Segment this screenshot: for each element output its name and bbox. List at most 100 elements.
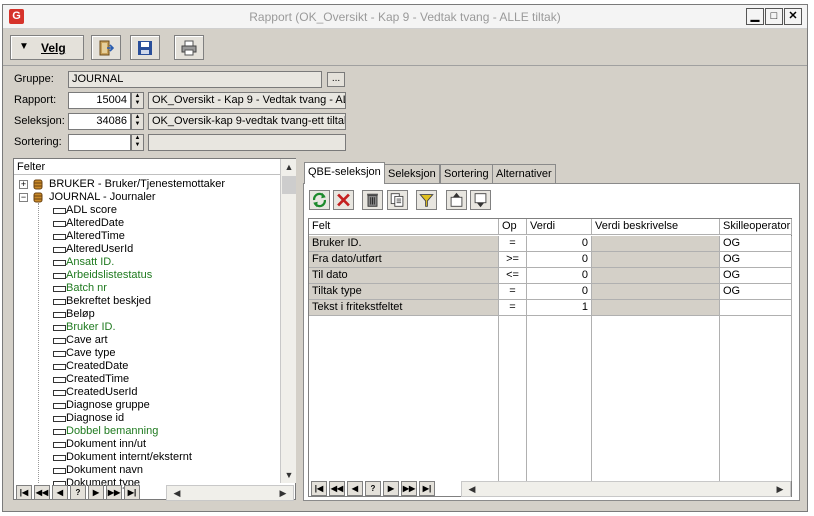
qbe-nav-next-button[interactable]: ▶ <box>383 481 399 496</box>
close-button[interactable]: ✕ <box>784 8 802 25</box>
tree-field-item[interactable]: Dokument inn/ut <box>14 438 278 451</box>
filter-button[interactable] <box>416 190 437 210</box>
collapse-icon[interactable]: − <box>19 193 28 202</box>
grid-column-header[interactable]: Felt <box>309 219 499 235</box>
qbe-nav-prior-page-button[interactable]: ◀◀ <box>329 481 345 496</box>
grid-cell-skille[interactable] <box>720 300 792 316</box>
grid-cell-op[interactable]: = <box>499 236 527 252</box>
tree-field-item[interactable]: Dokument internt/eksternt <box>14 451 278 464</box>
grid-cell-beskrivelse[interactable] <box>592 252 720 268</box>
qbe-nav-prior-button[interactable]: ◀ <box>347 481 363 496</box>
tree-field-item[interactable]: AlteredTime <box>14 230 278 243</box>
felter-nav-prior-page-button[interactable]: ◀◀ <box>34 485 50 500</box>
tab-sortering[interactable]: Sortering <box>440 164 493 184</box>
tree-field-item[interactable]: Bekreftet beskjed <box>14 295 278 308</box>
scroll-up-icon[interactable]: ▲ <box>281 159 297 175</box>
tree-field-item[interactable]: AlteredDate <box>14 217 278 230</box>
minimize-button[interactable]: ▁ <box>746 8 764 25</box>
grid-cell-verdi[interactable]: 0 <box>527 236 592 252</box>
felter-nav-next-page-button[interactable]: ▶▶ <box>106 485 122 500</box>
grid-cell-skille[interactable]: OG <box>720 236 792 252</box>
tree-field-item[interactable]: Beløp <box>14 308 278 321</box>
print-button[interactable] <box>174 35 204 60</box>
grid-cell-skille[interactable]: OG <box>720 284 792 300</box>
tab-seleksjon[interactable]: Seleksjon <box>384 164 440 184</box>
tree-field-item[interactable]: Batch nr <box>14 282 278 295</box>
tree-field-item[interactable]: CreatedTime <box>14 373 278 386</box>
copy-button[interactable] <box>387 190 408 210</box>
scroll-thumb[interactable] <box>282 176 296 194</box>
felter-nav-first-button[interactable]: |◀ <box>16 485 32 500</box>
grid-column-header[interactable]: Skilleoperator <box>720 219 792 235</box>
tree-field-item[interactable]: Arbeidslistestatus <box>14 269 278 282</box>
tree-field-item[interactable]: Dokument navn <box>14 464 278 477</box>
trash-button[interactable] <box>362 190 383 210</box>
save-button[interactable] <box>130 35 160 60</box>
grid-cell-beskrivelse[interactable] <box>592 236 720 252</box>
felter-nav-help-button[interactable]: ? <box>70 485 86 500</box>
rapport-id-field[interactable]: 15004 <box>68 92 131 109</box>
tree-field-item[interactable]: Cave type <box>14 347 278 360</box>
tree-group[interactable]: − JOURNAL - Journaler <box>14 191 278 204</box>
tree-group[interactable]: + BRUKER - Bruker/Tjenestemottaker <box>14 178 278 191</box>
grid-column-header[interactable]: Verdi <box>527 219 592 235</box>
qbe-nav-first-button[interactable]: |◀ <box>311 481 327 496</box>
grid-horizontal-scrollbar[interactable]: ◀ ▶ <box>461 481 791 497</box>
grid-cell-skille[interactable]: OG <box>720 252 792 268</box>
tree-vertical-scrollbar[interactable]: ▲ ▼ <box>280 159 296 483</box>
grid-cell-verdi[interactable]: 0 <box>527 268 592 284</box>
scroll-left-icon[interactable]: ◀ <box>169 485 185 501</box>
tree-field-item[interactable]: AlteredUserId <box>14 243 278 256</box>
grid-cell-felt[interactable]: Fra dato/utført <box>309 252 499 268</box>
scroll-right-icon[interactable]: ▶ <box>275 485 291 501</box>
maximize-button[interactable]: □ <box>765 8 783 25</box>
seleksjon-id-field[interactable]: 34086 <box>68 113 131 130</box>
tree-field-item[interactable]: Bruker ID. <box>14 321 278 334</box>
felter-nav-last-button[interactable]: ▶| <box>124 485 140 500</box>
delete-button[interactable] <box>333 190 354 210</box>
exit-button[interactable] <box>91 35 121 60</box>
felter-nav-prior-button[interactable]: ◀ <box>52 485 68 500</box>
gruppe-browse-button[interactable]: ... <box>327 72 345 87</box>
grid-cell-op[interactable]: <= <box>499 268 527 284</box>
grid-cell-beskrivelse[interactable] <box>592 284 720 300</box>
grid-cell-verdi[interactable]: 1 <box>527 300 592 316</box>
grid-cell-beskrivelse[interactable] <box>592 268 720 284</box>
tree-field-item[interactable]: Ansatt ID. <box>14 256 278 269</box>
grid-cell-felt[interactable]: Til dato <box>309 268 499 284</box>
tab-alternativer[interactable]: Alternativer <box>492 164 556 184</box>
rapport-spinner[interactable]: ▲ ▼ <box>131 92 144 109</box>
grid-cell-beskrivelse[interactable] <box>592 300 720 316</box>
qbe-nav-last-button[interactable]: ▶| <box>419 481 435 496</box>
sortering-id-field[interactable] <box>68 134 131 151</box>
grid-cell-felt[interactable]: Tiltak type <box>309 284 499 300</box>
refresh-button[interactable] <box>309 190 330 210</box>
scroll-left-icon[interactable]: ◀ <box>464 481 480 497</box>
tree-field-item[interactable]: CreatedUserId <box>14 386 278 399</box>
qbe-nav-next-page-button[interactable]: ▶▶ <box>401 481 417 496</box>
grid-cell-felt[interactable]: Bruker ID. <box>309 236 499 252</box>
grid-column-header[interactable]: Verdi beskrivelse <box>592 219 720 235</box>
grid-cell-op[interactable]: >= <box>499 252 527 268</box>
grid-cell-felt[interactable]: Tekst i fritekstfeltet <box>309 300 499 316</box>
grid-column-header[interactable]: Op <box>499 219 527 235</box>
felter-nav-next-button[interactable]: ▶ <box>88 485 104 500</box>
tree-field-item[interactable]: Cave art <box>14 334 278 347</box>
sortering-spinner[interactable]: ▲ ▼ <box>131 134 144 151</box>
scroll-right-icon[interactable]: ▶ <box>772 481 788 497</box>
grid-cell-op[interactable]: = <box>499 284 527 300</box>
tree-field-item[interactable]: Diagnose gruppe <box>14 399 278 412</box>
grid-cell-skille[interactable]: OG <box>720 268 792 284</box>
grid-cell-verdi[interactable]: 0 <box>527 252 592 268</box>
tree-horizontal-scrollbar[interactable]: ◀ ▶ <box>166 485 294 501</box>
grid-cell-op[interactable]: = <box>499 300 527 316</box>
scroll-down-icon[interactable]: ▼ <box>281 467 297 483</box>
velg-button[interactable]: ▼ Velg <box>10 35 84 60</box>
move-up-button[interactable] <box>446 190 467 210</box>
grid-cell-verdi[interactable]: 0 <box>527 284 592 300</box>
qbe-nav-help-button[interactable]: ? <box>365 481 381 496</box>
tree-field-item[interactable]: ADL score <box>14 204 278 217</box>
gruppe-field[interactable]: JOURNAL <box>68 71 322 88</box>
tab-qbe-seleksjon[interactable]: QBE-seleksjon <box>304 162 385 184</box>
tree-field-item[interactable]: CreatedDate <box>14 360 278 373</box>
